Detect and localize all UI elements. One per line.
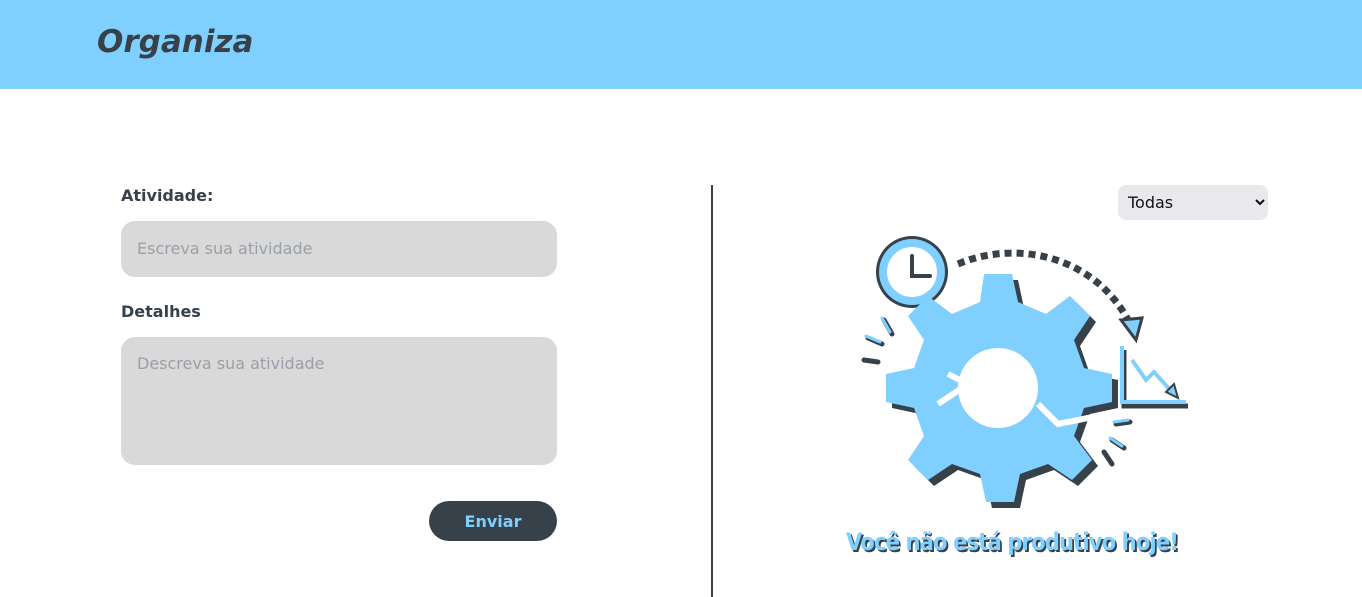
empty-state-message: Você não está produtivo hoje!	[846, 528, 1179, 556]
brand-logo: Organiza	[97, 24, 254, 60]
gear-clock-icon	[861, 236, 1188, 508]
activity-label: Atividade:	[121, 186, 214, 205]
details-label: Detalhes	[121, 302, 201, 321]
submit-button[interactable]: Enviar	[429, 501, 557, 541]
activity-input[interactable]	[121, 221, 557, 277]
column-divider	[711, 185, 713, 597]
filter-select[interactable]: Todas	[1118, 185, 1268, 220]
details-textarea[interactable]	[121, 337, 557, 465]
app-header: Organiza	[0, 0, 1362, 89]
